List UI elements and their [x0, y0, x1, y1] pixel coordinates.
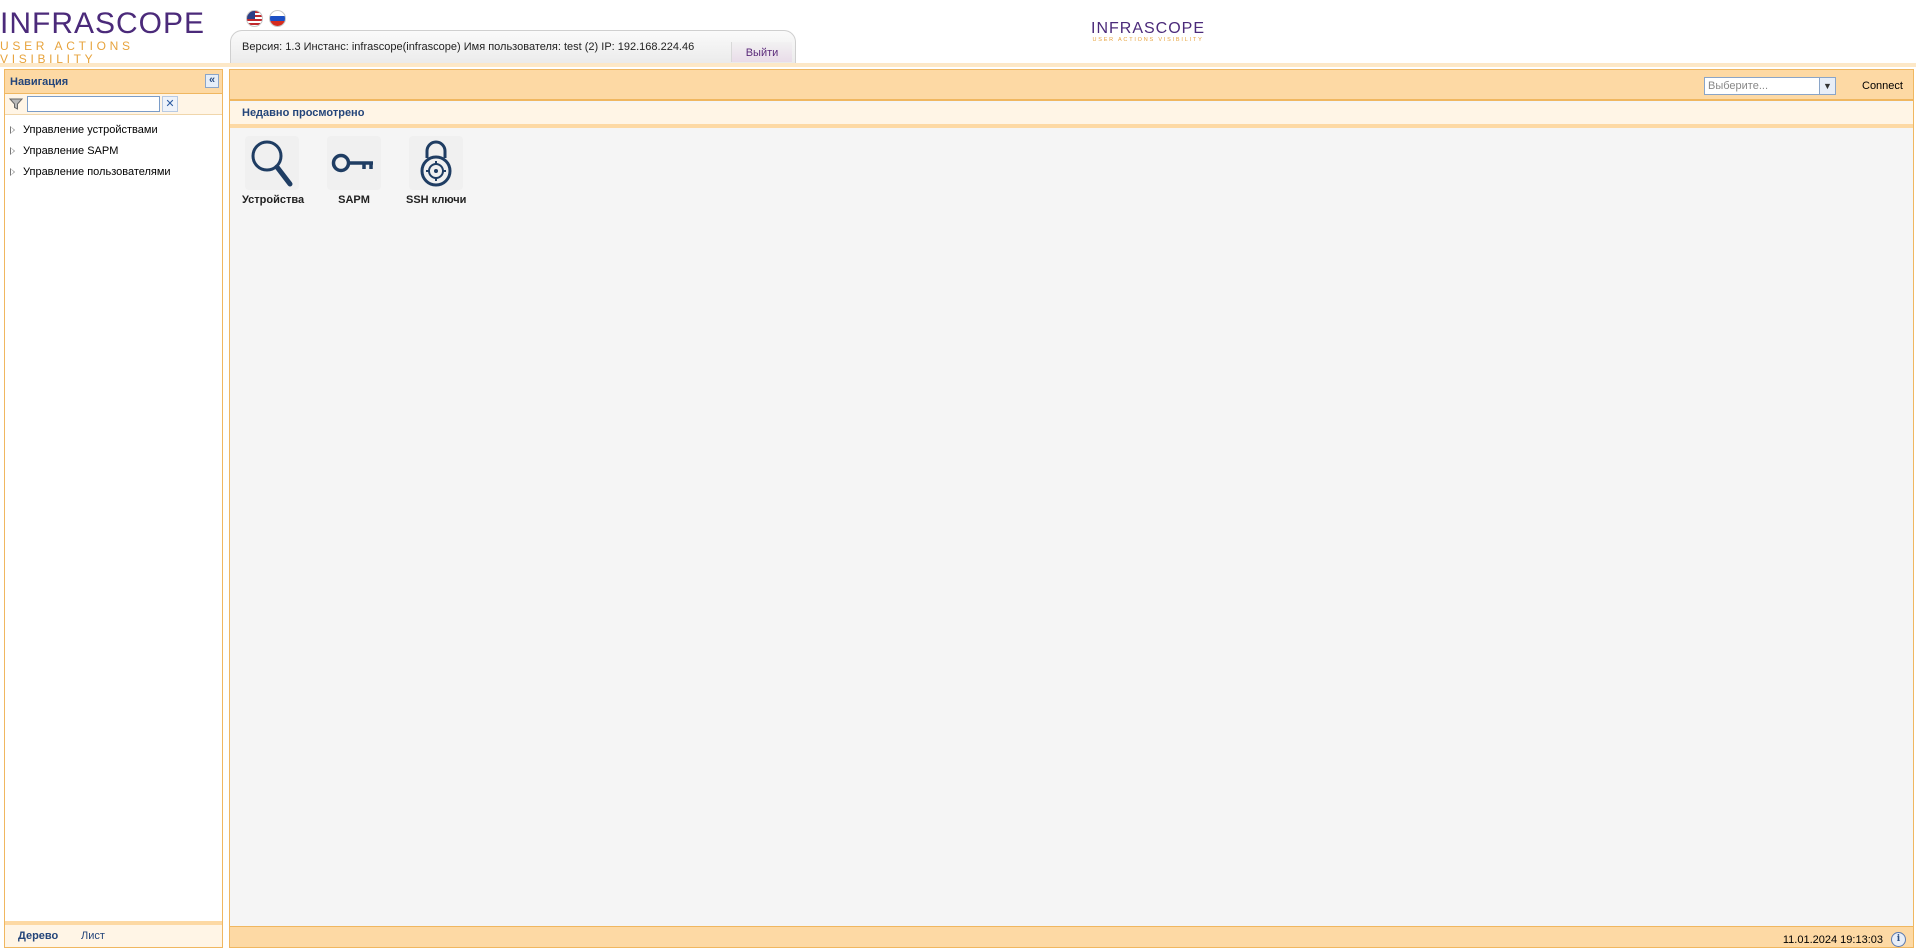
- tile-ssh-keys[interactable]: SSH ключи: [406, 136, 466, 206]
- sidebar-title: Навигация: [10, 76, 69, 88]
- language-switcher: [246, 10, 286, 27]
- padlock-icon: [409, 136, 463, 190]
- filter-row: ✕: [5, 94, 222, 115]
- section-title: Недавно просмотрено: [242, 107, 365, 119]
- ru-flag-icon[interactable]: [269, 10, 286, 27]
- tree-item-user-management[interactable]: Управление пользователями: [5, 164, 222, 185]
- tile-label: Устройства: [242, 194, 305, 206]
- sidebar-header: Навигация «: [5, 70, 222, 94]
- recently-viewed-header: Недавно просмотрено: [230, 103, 1913, 128]
- expand-arrow-icon[interactable]: [10, 147, 15, 155]
- status-bar: 11.01.2024 19:13:03 i: [230, 926, 1913, 947]
- logo-title: INFRASCOPE: [0, 7, 206, 40]
- connect-button[interactable]: Connect: [1862, 80, 1903, 92]
- expand-arrow-icon[interactable]: [10, 168, 15, 176]
- magnifier-icon: [245, 136, 299, 190]
- infrascope-logo[interactable]: INFRASCOPE USER ACTIONS VISIBILITY: [0, 8, 222, 66]
- filter-input[interactable]: [27, 96, 160, 112]
- navigation-tree: Управление устройствами Управление SAPM …: [5, 122, 222, 185]
- logout-button[interactable]: Выйти: [731, 42, 792, 62]
- chevron-down-icon[interactable]: ▼: [1819, 78, 1835, 94]
- status-timestamp: 11.01.2024 19:13:03: [1782, 934, 1883, 946]
- header-divider: [0, 63, 1916, 67]
- tab-list[interactable]: Лист: [81, 930, 105, 942]
- session-info-tab: Версия: 1.3 Инстанс: infrascope(infrasco…: [230, 30, 796, 63]
- select-placeholder: Выберите...: [1708, 80, 1769, 92]
- tile-devices[interactable]: Устройства: [242, 136, 305, 206]
- session-info-text: Версия: 1.3 Инстанс: infrascope(infrasco…: [242, 41, 695, 53]
- tile-label: SSH ключи: [406, 194, 467, 206]
- main-panel: Выберите... ▼ Connect Недавно просмотрен…: [229, 69, 1914, 948]
- center-logo-title: INFRASCOPE: [1091, 20, 1206, 37]
- tab-tree[interactable]: Дерево: [18, 930, 58, 942]
- us-flag-icon[interactable]: [246, 10, 263, 27]
- info-icon[interactable]: i: [1891, 932, 1906, 947]
- tile-sapm[interactable]: SAPM: [324, 136, 384, 206]
- expand-arrow-icon[interactable]: [10, 126, 15, 134]
- center-logo: INFRASCOPE USER ACTIONS VISIBILITY: [1091, 20, 1205, 43]
- close-icon[interactable]: ✕: [162, 96, 178, 112]
- key-icon: [327, 136, 381, 190]
- navigation-sidebar: Навигация « ✕ Управление устройствами Уп…: [4, 69, 223, 948]
- center-logo-subtitle: USER ACTIONS VISIBILITY: [1092, 37, 1204, 43]
- recent-tiles: Устройства SAPM SSH ключи: [242, 136, 466, 206]
- app-header: INFRASCOPE USER ACTIONS VISIBILITY Верси…: [0, 0, 1916, 66]
- tree-item-label: Управление SAPM: [23, 145, 119, 157]
- tile-label: SAPM: [338, 194, 370, 206]
- tree-item-label: Управление устройствами: [23, 124, 158, 136]
- sidebar-footer-tabs: Дерево Лист: [5, 921, 222, 947]
- filter-icon: [8, 97, 24, 111]
- double-chevron-left-icon[interactable]: «: [205, 74, 219, 88]
- tree-item-device-management[interactable]: Управление устройствами: [5, 122, 222, 143]
- tree-item-sapm-management[interactable]: Управление SAPM: [5, 143, 222, 164]
- connection-select[interactable]: Выберите... ▼: [1704, 77, 1836, 95]
- tree-item-label: Управление пользователями: [23, 166, 171, 178]
- main-toolbar: Выберите... ▼ Connect: [230, 70, 1913, 101]
